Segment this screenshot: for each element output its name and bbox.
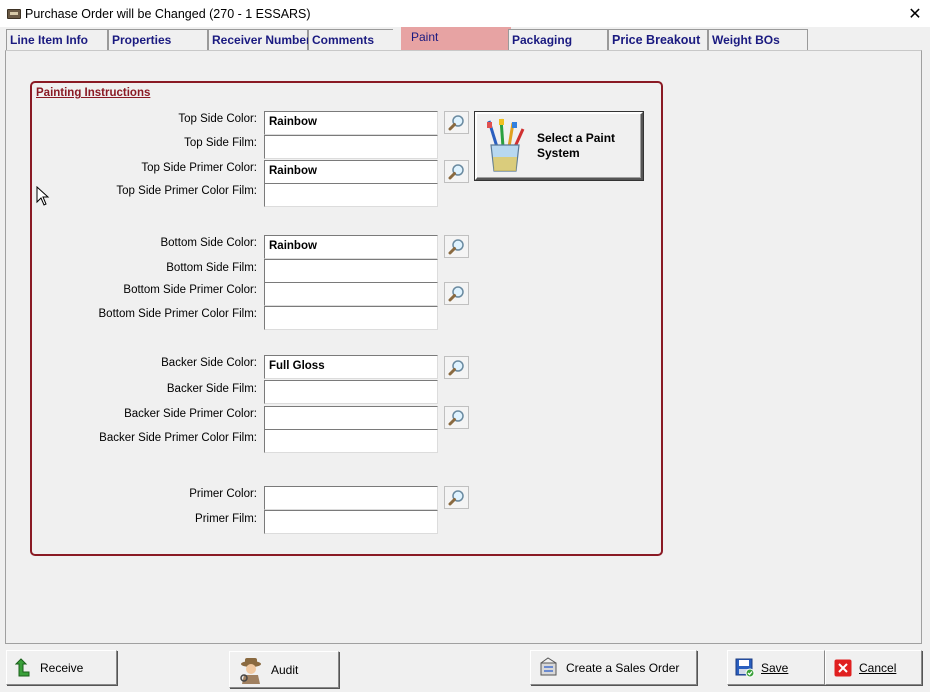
cancel-label: Cancel xyxy=(859,660,897,675)
window-title: Purchase Order will be Changed (270 - 1 … xyxy=(25,6,311,21)
select-paint-system-button[interactable]: Select a Paint System xyxy=(475,112,643,180)
primer-color-label: Primer Color: xyxy=(189,488,257,500)
backer-side-film-field[interactable] xyxy=(264,380,438,404)
magnifier-icon xyxy=(448,285,464,301)
top-side-primer-color-field[interactable]: Rainbow xyxy=(264,160,438,184)
magnifier-icon xyxy=(448,359,464,375)
mouse-cursor-icon xyxy=(36,186,50,206)
magnifier-icon xyxy=(448,163,464,179)
create-sales-order-label: Create a Sales Order xyxy=(566,660,680,675)
receive-icon xyxy=(14,657,34,678)
tab-properties[interactable]: Properties xyxy=(108,29,208,51)
top-side-color-field[interactable]: Rainbow xyxy=(264,111,438,135)
audit-label: Audit xyxy=(271,662,299,677)
detective-icon xyxy=(237,656,265,684)
app-icon xyxy=(7,8,21,19)
bottom-side-film-label: Bottom Side Film: xyxy=(166,262,257,274)
tab-receiver-numbers[interactable]: Receiver Numbers xyxy=(208,29,317,51)
backer-side-primer-color-field[interactable] xyxy=(264,406,438,430)
top-side-primer-color-film-label: Top Side Primer Color Film: xyxy=(116,185,257,197)
close-button[interactable]: ✕ xyxy=(900,0,930,27)
title-bar: Purchase Order will be Changed (270 - 1 … xyxy=(0,0,930,27)
top-side-film-label: Top Side Film: xyxy=(184,137,257,149)
top-side-primer-color-lookup-button[interactable] xyxy=(444,160,469,183)
primer-color-field[interactable] xyxy=(264,486,438,510)
backer-side-primer-color-label: Backer Side Primer Color: xyxy=(124,408,257,420)
bottom-side-primer-color-film-field[interactable] xyxy=(264,306,438,330)
receive-button[interactable]: Receive xyxy=(6,650,117,685)
primer-film-field[interactable] xyxy=(264,510,438,534)
bottom-side-primer-color-label: Bottom Side Primer Color: xyxy=(123,284,257,296)
magnifier-icon xyxy=(448,114,464,130)
top-side-film-field[interactable] xyxy=(264,135,438,159)
backer-side-color-field[interactable]: Full Gloss xyxy=(264,355,438,379)
backer-side-film-label: Backer Side Film: xyxy=(166,383,257,395)
top-side-color-label: Top Side Color: xyxy=(178,113,257,125)
cancel-icon xyxy=(833,658,853,678)
cancel-button[interactable]: Cancel xyxy=(825,650,922,685)
bottom-side-primer-color-film-label: Bottom Side Primer Color Film: xyxy=(98,308,257,320)
tab-packaging[interactable]: Packaging xyxy=(508,29,608,51)
tab-line-item-info[interactable]: Line Item Info xyxy=(6,29,108,51)
primer-color-lookup-button[interactable] xyxy=(444,486,469,509)
bottom-side-color-lookup-button[interactable] xyxy=(444,235,469,258)
backer-side-primer-color-film-field[interactable] xyxy=(264,429,438,453)
backer-side-color-label: Backer Side Color: xyxy=(161,357,257,369)
tab-price-breakout[interactable]: Price Breakout xyxy=(608,29,708,51)
top-side-primer-color-film-field[interactable] xyxy=(264,183,438,207)
bottom-side-film-field[interactable] xyxy=(264,259,438,283)
backer-side-color-lookup-button[interactable] xyxy=(444,356,469,379)
tab-comments[interactable]: Comments xyxy=(308,29,393,51)
bottom-side-primer-color-field[interactable] xyxy=(264,282,438,306)
audit-button[interactable]: Audit xyxy=(229,651,339,688)
primer-film-label: Primer Film: xyxy=(195,513,257,525)
bottom-side-color-label: Bottom Side Color: xyxy=(160,237,257,249)
backer-side-primer-color-film-label: Backer Side Primer Color Film: xyxy=(99,432,257,444)
bottom-side-primer-color-lookup-button[interactable] xyxy=(444,282,469,305)
save-label: Save xyxy=(761,660,789,675)
group-title: Painting Instructions xyxy=(36,87,151,99)
bottom-side-color-field[interactable]: Rainbow xyxy=(264,235,438,259)
receive-label: Receive xyxy=(40,660,84,675)
create-sales-order-button[interactable]: Create a Sales Order xyxy=(530,650,697,685)
top-side-primer-color-label: Top Side Primer Color: xyxy=(141,162,257,174)
paint-brushes-icon xyxy=(487,118,525,172)
top-side-color-lookup-button[interactable] xyxy=(444,111,469,134)
save-button[interactable]: Save xyxy=(727,650,825,685)
tab-weight-bos[interactable]: Weight BOs xyxy=(708,29,808,51)
select-paint-label: Select a Paint System xyxy=(537,131,616,160)
sales-order-icon xyxy=(538,656,560,678)
save-icon xyxy=(735,658,755,678)
magnifier-icon xyxy=(448,238,464,254)
magnifier-icon xyxy=(448,489,464,505)
magnifier-icon xyxy=(448,409,464,425)
backer-side-primer-color-lookup-button[interactable] xyxy=(444,406,469,429)
